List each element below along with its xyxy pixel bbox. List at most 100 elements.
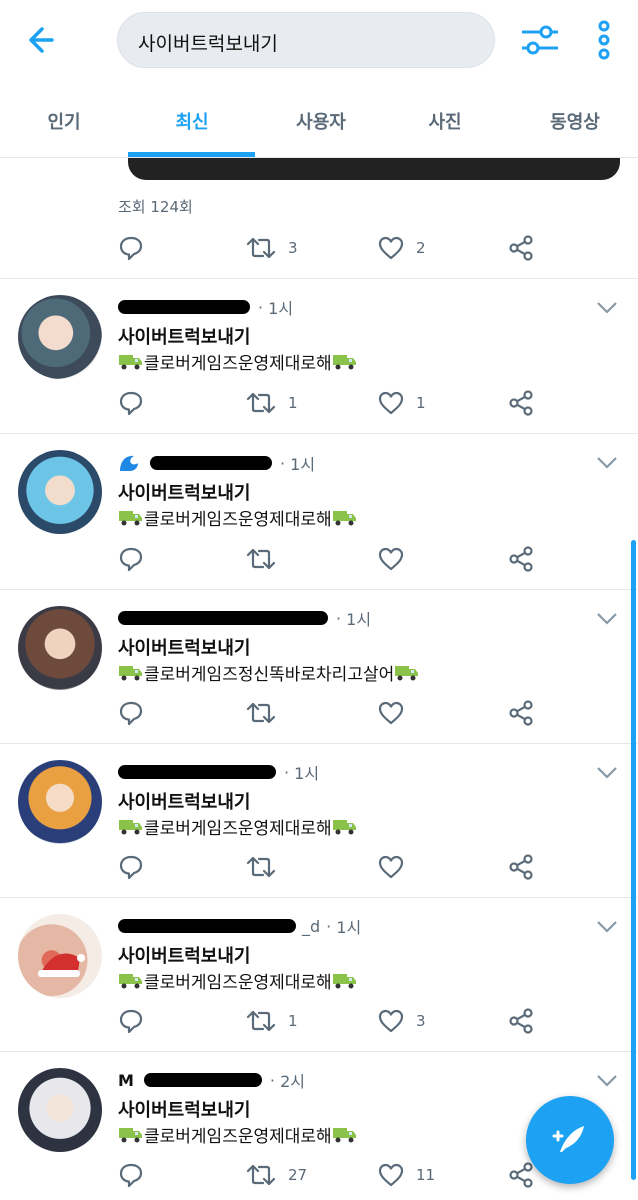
retweet-button[interactable]: 1 — [246, 388, 298, 418]
tweet-title: 사이버트럭보내기 — [118, 1100, 251, 1121]
share-button[interactable] — [508, 852, 534, 882]
like-button[interactable] — [378, 544, 416, 574]
like-icon — [378, 701, 404, 725]
chevron-down-icon[interactable] — [596, 1074, 618, 1088]
share-icon — [509, 1008, 533, 1034]
tab-videos[interactable]: 동영상 — [530, 108, 620, 134]
share-icon — [509, 546, 533, 572]
tweet-body: 클로버게임즈운영제대로해 — [118, 968, 358, 993]
avatar[interactable] — [18, 295, 102, 379]
truck-emoji-icon — [119, 354, 143, 370]
retweet-button[interactable]: 3 — [246, 233, 298, 263]
reply-icon — [119, 1163, 143, 1188]
reply-button[interactable] — [118, 852, 144, 882]
reply-button[interactable] — [118, 698, 144, 728]
back-arrow-icon[interactable] — [22, 18, 66, 62]
tab-photos[interactable]: 사진 — [405, 108, 485, 134]
retweet-button[interactable] — [246, 698, 288, 728]
like-icon — [378, 391, 404, 415]
share-button[interactable] — [508, 233, 534, 263]
like-button[interactable]: 1 — [378, 388, 426, 418]
reply-button[interactable] — [118, 1160, 144, 1190]
tweet[interactable]: · 1시 사이버트럭보내기 클로버게임즈운영제대로해 1 1 — [0, 279, 638, 434]
like-button[interactable]: 2 — [378, 233, 426, 263]
tweet-header: M · 2시 — [118, 1068, 305, 1092]
retweet-count: 1 — [288, 1012, 298, 1030]
tab-popular[interactable]: 인기 — [24, 108, 104, 134]
tweet[interactable]: · 1시 사이버트럭보내기 클로버게임즈운영제대로해 — [0, 744, 638, 899]
filter-sliders-icon[interactable] — [518, 18, 562, 62]
retweet-button[interactable]: 27 — [246, 1160, 307, 1190]
tweet-title: 사이버트럭보내기 — [118, 946, 251, 967]
tweet[interactable]: _d · 1시 사이버트럭보내기 클로버게임즈운영제대로해 1 3 — [0, 898, 638, 1053]
like-button[interactable]: 11 — [378, 1160, 435, 1190]
redacted-name — [118, 765, 276, 779]
tweet-header: _d · 1시 — [118, 914, 361, 938]
tweet-actions: 1 3 — [118, 1006, 538, 1036]
truck-emoji-icon — [332, 973, 357, 989]
like-count: 3 — [416, 1012, 426, 1030]
reply-button[interactable] — [118, 544, 144, 574]
truck-emoji-icon — [332, 819, 357, 835]
redacted-name — [118, 919, 296, 933]
tweet-body-text: 클로버게임즈운영제대로해 — [144, 510, 332, 530]
tweet-actions: 1 1 — [118, 388, 538, 418]
tab-latest[interactable]: 최신 — [140, 108, 244, 134]
tweet-time: 1시 — [268, 299, 294, 318]
tweet-actions: 27 11 — [118, 1160, 538, 1190]
chevron-down-icon[interactable] — [596, 766, 618, 780]
chevron-down-icon[interactable] — [596, 301, 618, 315]
share-icon — [509, 235, 533, 261]
retweet-button[interactable] — [246, 544, 288, 574]
share-button[interactable] — [508, 698, 534, 728]
tweet-media[interactable] — [128, 158, 620, 180]
like-button[interactable] — [378, 698, 416, 728]
avatar[interactable] — [18, 450, 102, 534]
avatar[interactable] — [18, 606, 102, 690]
share-button[interactable] — [508, 1160, 534, 1190]
search-tabs: 인기 최신 사용자 사진 동영상 — [0, 82, 638, 158]
like-icon — [378, 547, 404, 571]
tweet[interactable]: · 1시 사이버트럭보내기 클로버게임즈운영제대로해 — [0, 434, 638, 589]
search-input[interactable]: 사이버트럭보내기 — [117, 12, 495, 68]
tweet-actions — [118, 698, 538, 728]
tweet-time: 2시 — [280, 1072, 305, 1091]
tweet-title: 사이버트럭보내기 — [118, 483, 251, 504]
chevron-down-icon[interactable] — [596, 920, 618, 934]
tab-users[interactable]: 사용자 — [276, 108, 366, 134]
truck-emoji-icon — [332, 1127, 357, 1143]
retweet-icon — [246, 548, 276, 570]
retweet-button[interactable] — [246, 852, 288, 882]
chevron-down-icon[interactable] — [596, 456, 618, 470]
reply-icon — [119, 701, 143, 726]
tweet-body: 클로버게임즈운영제대로해 — [118, 505, 358, 530]
reply-button[interactable] — [118, 233, 144, 263]
retweet-icon — [246, 1010, 276, 1032]
compose-button[interactable] — [526, 1096, 614, 1184]
chevron-down-icon[interactable] — [596, 612, 618, 626]
tweet[interactable]: · 1시 사이버트럭보내기 클로버게임즈정신똑바로차리고살어 — [0, 590, 638, 745]
like-button[interactable]: 3 — [378, 1006, 426, 1036]
like-count: 11 — [416, 1166, 436, 1184]
more-vertical-icon[interactable] — [590, 18, 618, 62]
tweet-time: 1시 — [346, 610, 372, 629]
avatar[interactable] — [18, 914, 102, 998]
share-icon — [509, 700, 533, 726]
truck-emoji-icon — [119, 819, 143, 835]
share-button[interactable] — [508, 544, 534, 574]
avatar[interactable] — [18, 1068, 102, 1152]
reply-button[interactable] — [118, 1006, 144, 1036]
share-button[interactable] — [508, 388, 534, 418]
share-icon — [509, 854, 533, 880]
wave-emoji-icon — [120, 455, 138, 471]
truck-emoji-icon — [332, 510, 357, 526]
tweet-body: 클로버게임즈운영제대로해 — [118, 814, 358, 839]
retweet-button[interactable]: 1 — [246, 1006, 298, 1036]
share-button[interactable] — [508, 1006, 534, 1036]
reply-icon — [119, 236, 143, 261]
scrollbar[interactable] — [631, 540, 636, 1180]
avatar[interactable] — [18, 760, 102, 844]
reply-button[interactable] — [118, 388, 144, 418]
like-icon — [378, 236, 404, 260]
like-button[interactable] — [378, 852, 416, 882]
